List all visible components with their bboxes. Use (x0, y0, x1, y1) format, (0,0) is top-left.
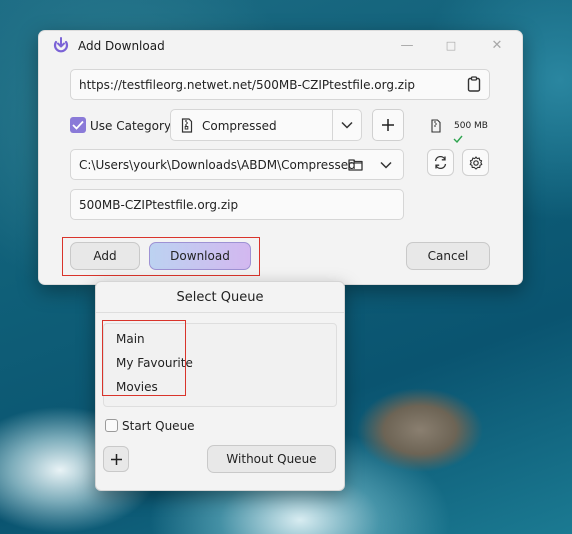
divider (96, 312, 344, 313)
url-input[interactable]: https://testfileorg.netwet.net/500MB-CZI… (70, 69, 490, 100)
checkmark-icon (72, 120, 84, 130)
refresh-button[interactable] (427, 149, 454, 176)
popup-title: Select Queue (176, 290, 264, 305)
plus-icon (110, 454, 122, 465)
close-icon[interactable]: ✕ (487, 37, 507, 55)
check-icon (453, 135, 463, 143)
url-value: https://testfileorg.netwet.net/500MB-CZI… (79, 78, 416, 92)
titlebar[interactable]: Add Download — □ ✕ (39, 31, 522, 61)
start-queue-checkbox[interactable] (105, 419, 118, 432)
category-selected: Compressed (202, 119, 277, 133)
highlight-box-buttons (62, 237, 260, 276)
app-logo-icon (53, 37, 69, 53)
refresh-icon (434, 155, 447, 170)
cancel-button[interactable]: Cancel (406, 242, 490, 270)
minimize-icon[interactable]: — (397, 37, 417, 55)
settings-button[interactable] (462, 149, 489, 176)
add-download-window: Add Download — □ ✕ https://testfileorg.n… (38, 30, 523, 285)
file-size: 500 MB (454, 121, 488, 131)
maximize-icon[interactable]: □ (441, 37, 461, 55)
file-zip-size-icon (431, 119, 441, 133)
filename-value: 500MB-CZIPtestfile.org.zip (79, 198, 239, 212)
gear-icon (469, 156, 482, 170)
use-category-checkbox[interactable] (70, 117, 86, 133)
window-title: Add Download (78, 39, 165, 53)
zip-file-icon (181, 118, 193, 133)
select-queue-popup: Select Queue Main My Favourite Movies St… (95, 281, 345, 491)
save-path-value: C:\Users\yourk\Downloads\ABDM\Compressed (79, 158, 356, 172)
filename-input[interactable]: 500MB-CZIPtestfile.org.zip (70, 189, 404, 220)
category-select[interactable]: Compressed (170, 109, 362, 141)
chevron-down-icon[interactable] (341, 121, 353, 129)
plus-icon (382, 119, 394, 131)
add-queue-button[interactable] (103, 446, 129, 472)
add-category-button[interactable] (372, 109, 404, 141)
use-category-label: Use Category (90, 119, 172, 133)
without-queue-button[interactable]: Without Queue (207, 445, 336, 473)
start-queue-label: Start Queue (122, 419, 195, 433)
paste-clipboard-icon[interactable] (467, 76, 481, 92)
path-chevron-down-icon[interactable] (380, 161, 392, 169)
save-path-input[interactable]: C:\Users\yourk\Downloads\ABDM\Compressed (70, 149, 404, 180)
folder-icon[interactable] (348, 158, 363, 171)
highlight-box-queues (102, 320, 186, 396)
